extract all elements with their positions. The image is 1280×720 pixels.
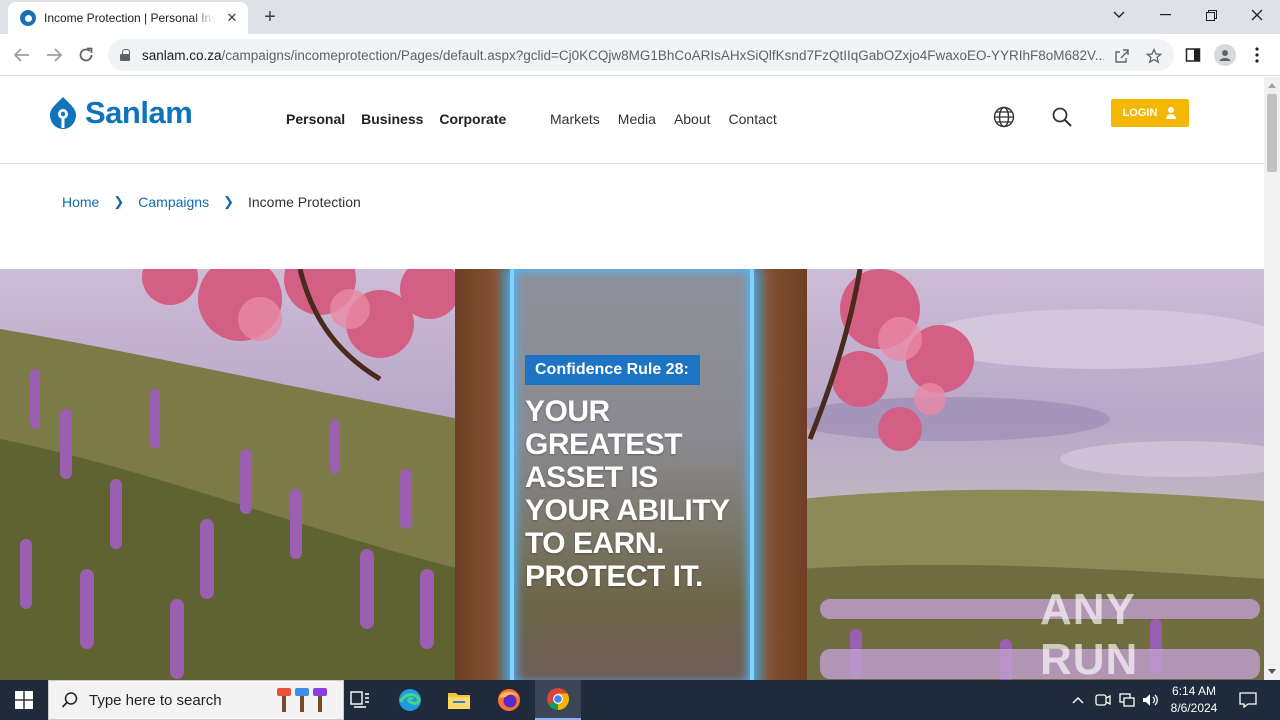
browser-tab[interactable]: Income Protection | Personal Insurance ✕ xyxy=(8,2,248,34)
chevron-up-icon[interactable] xyxy=(1068,680,1088,720)
nav-business[interactable]: Business xyxy=(361,111,423,127)
chevron-right-icon: ❯ xyxy=(113,194,125,209)
login-button[interactable]: LOGIN xyxy=(1111,99,1189,127)
nav-media[interactable]: Media xyxy=(618,111,656,127)
sanlam-logo[interactable]: Sanlam xyxy=(49,95,193,130)
minimize-button[interactable] xyxy=(1142,0,1188,30)
taskbar-search-box[interactable]: Type here to search xyxy=(48,680,344,720)
volume-icon[interactable] xyxy=(1141,680,1161,720)
browser-tab-strip: Income Protection | Personal Insurance ✕… xyxy=(0,0,1280,34)
clock-time: 6:14 AM xyxy=(1171,684,1217,698)
hero-headline: YOUR GREATEST ASSET IS YOUR ABILITY TO E… xyxy=(525,395,755,593)
scroll-up-arrow-icon[interactable] xyxy=(1268,83,1276,88)
file-explorer-icon[interactable] xyxy=(439,684,479,716)
browser-menu-icon[interactable] xyxy=(1246,44,1268,66)
close-window-button[interactable] xyxy=(1234,0,1280,30)
close-tab-icon[interactable]: ✕ xyxy=(224,10,240,26)
headline-line: TO EARN. xyxy=(525,527,664,560)
nav-contact[interactable]: Contact xyxy=(729,111,777,127)
anyrun-watermark: ANY RUN xyxy=(1040,585,1240,680)
watermark-text: ANY RUN xyxy=(1040,585,1139,680)
lock-icon xyxy=(120,49,130,61)
profile-avatar-icon[interactable] xyxy=(1214,44,1236,66)
hero-banner[interactable]: Confidence Rule 28: YOUR GREATEST ASSET … xyxy=(0,269,1264,680)
site-header: Sanlam Personal Business Corporate Marke… xyxy=(0,77,1264,164)
clock-date: 8/6/2024 xyxy=(1170,701,1218,715)
headline-line: GREATEST xyxy=(525,428,683,461)
sanlam-logo-mark-icon xyxy=(50,97,76,129)
scroll-down-arrow-icon[interactable] xyxy=(1268,669,1276,674)
meet-now-icon[interactable] xyxy=(1093,680,1113,720)
back-arrow-icon[interactable] xyxy=(9,42,35,68)
breadcrumb-campaigns[interactable]: Campaigns xyxy=(138,194,209,210)
restore-button[interactable] xyxy=(1188,0,1234,30)
nav-corporate[interactable]: Corporate xyxy=(439,111,506,127)
chevron-right-icon: ❯ xyxy=(223,194,234,209)
headline-line: YOUR ABILITY xyxy=(525,494,730,527)
breadcrumb-home[interactable]: Home xyxy=(62,194,99,210)
side-panel-icon[interactable] xyxy=(1182,44,1204,66)
new-tab-button[interactable]: + xyxy=(259,6,281,28)
page-viewport: Sanlam Personal Business Corporate Marke… xyxy=(0,77,1264,680)
browser-toolbar: sanlam.co.za/campaigns/incomeprotection/… xyxy=(0,34,1280,76)
headline-line: YOUR xyxy=(525,395,610,428)
nav-about[interactable]: About xyxy=(674,111,711,127)
headline-line: ASSET IS xyxy=(525,461,658,494)
sanlam-favicon-icon xyxy=(20,10,36,26)
address-bar[interactable]: sanlam.co.za/campaigns/incomeprotection/… xyxy=(108,39,1174,71)
nav-personal[interactable]: Personal xyxy=(286,111,345,127)
user-icon xyxy=(1165,107,1177,119)
forward-arrow-icon[interactable] xyxy=(41,42,67,68)
headline-line: PROTECT IT. xyxy=(525,560,703,593)
paint-brushes-icon xyxy=(277,688,327,712)
search-icon xyxy=(61,692,78,708)
taskbar-search-placeholder: Type here to search xyxy=(89,691,222,709)
breadcrumb-current: Income Protection xyxy=(248,194,361,210)
confidence-rule-tag: Confidence Rule 28: xyxy=(525,355,700,385)
reload-icon[interactable] xyxy=(73,42,99,68)
globe-icon[interactable] xyxy=(992,105,1016,129)
logo-text: Sanlam xyxy=(85,95,193,130)
search-icon[interactable] xyxy=(1050,105,1074,129)
page-scrollbar[interactable] xyxy=(1264,77,1280,680)
notifications-icon[interactable] xyxy=(1236,680,1260,720)
task-view-icon[interactable] xyxy=(340,684,380,716)
tab-search-chevron-icon[interactable] xyxy=(1096,0,1142,30)
windows-start-icon[interactable] xyxy=(0,680,48,720)
primary-nav: Personal Business Corporate xyxy=(286,111,522,127)
network-icon[interactable] xyxy=(1117,680,1137,720)
scroll-thumb[interactable] xyxy=(1267,94,1277,172)
taskbar-clock[interactable]: 6:14 AM 8/6/2024 xyxy=(1162,683,1226,717)
share-icon[interactable] xyxy=(1113,47,1131,65)
windows-taskbar: Type here to search 6:14 AM 8/6/2024 xyxy=(0,680,1280,720)
nav-markets[interactable]: Markets xyxy=(550,111,600,127)
firefox-icon[interactable] xyxy=(489,684,529,716)
breadcrumb: Home ❯ Campaigns ❯ Income Protection xyxy=(62,194,361,210)
secondary-nav: Markets Media About Contact xyxy=(550,111,795,127)
chrome-icon[interactable] xyxy=(535,680,581,720)
edge-browser-icon[interactable] xyxy=(390,684,430,716)
tab-title: Income Protection | Personal Insurance xyxy=(44,11,216,25)
login-label: LOGIN xyxy=(1122,107,1158,119)
bookmark-star-icon[interactable] xyxy=(1145,47,1163,65)
url-path: /campaigns/incomeprotection/Pages/defaul… xyxy=(221,47,1104,63)
url-host: sanlam.co.za xyxy=(142,47,222,63)
